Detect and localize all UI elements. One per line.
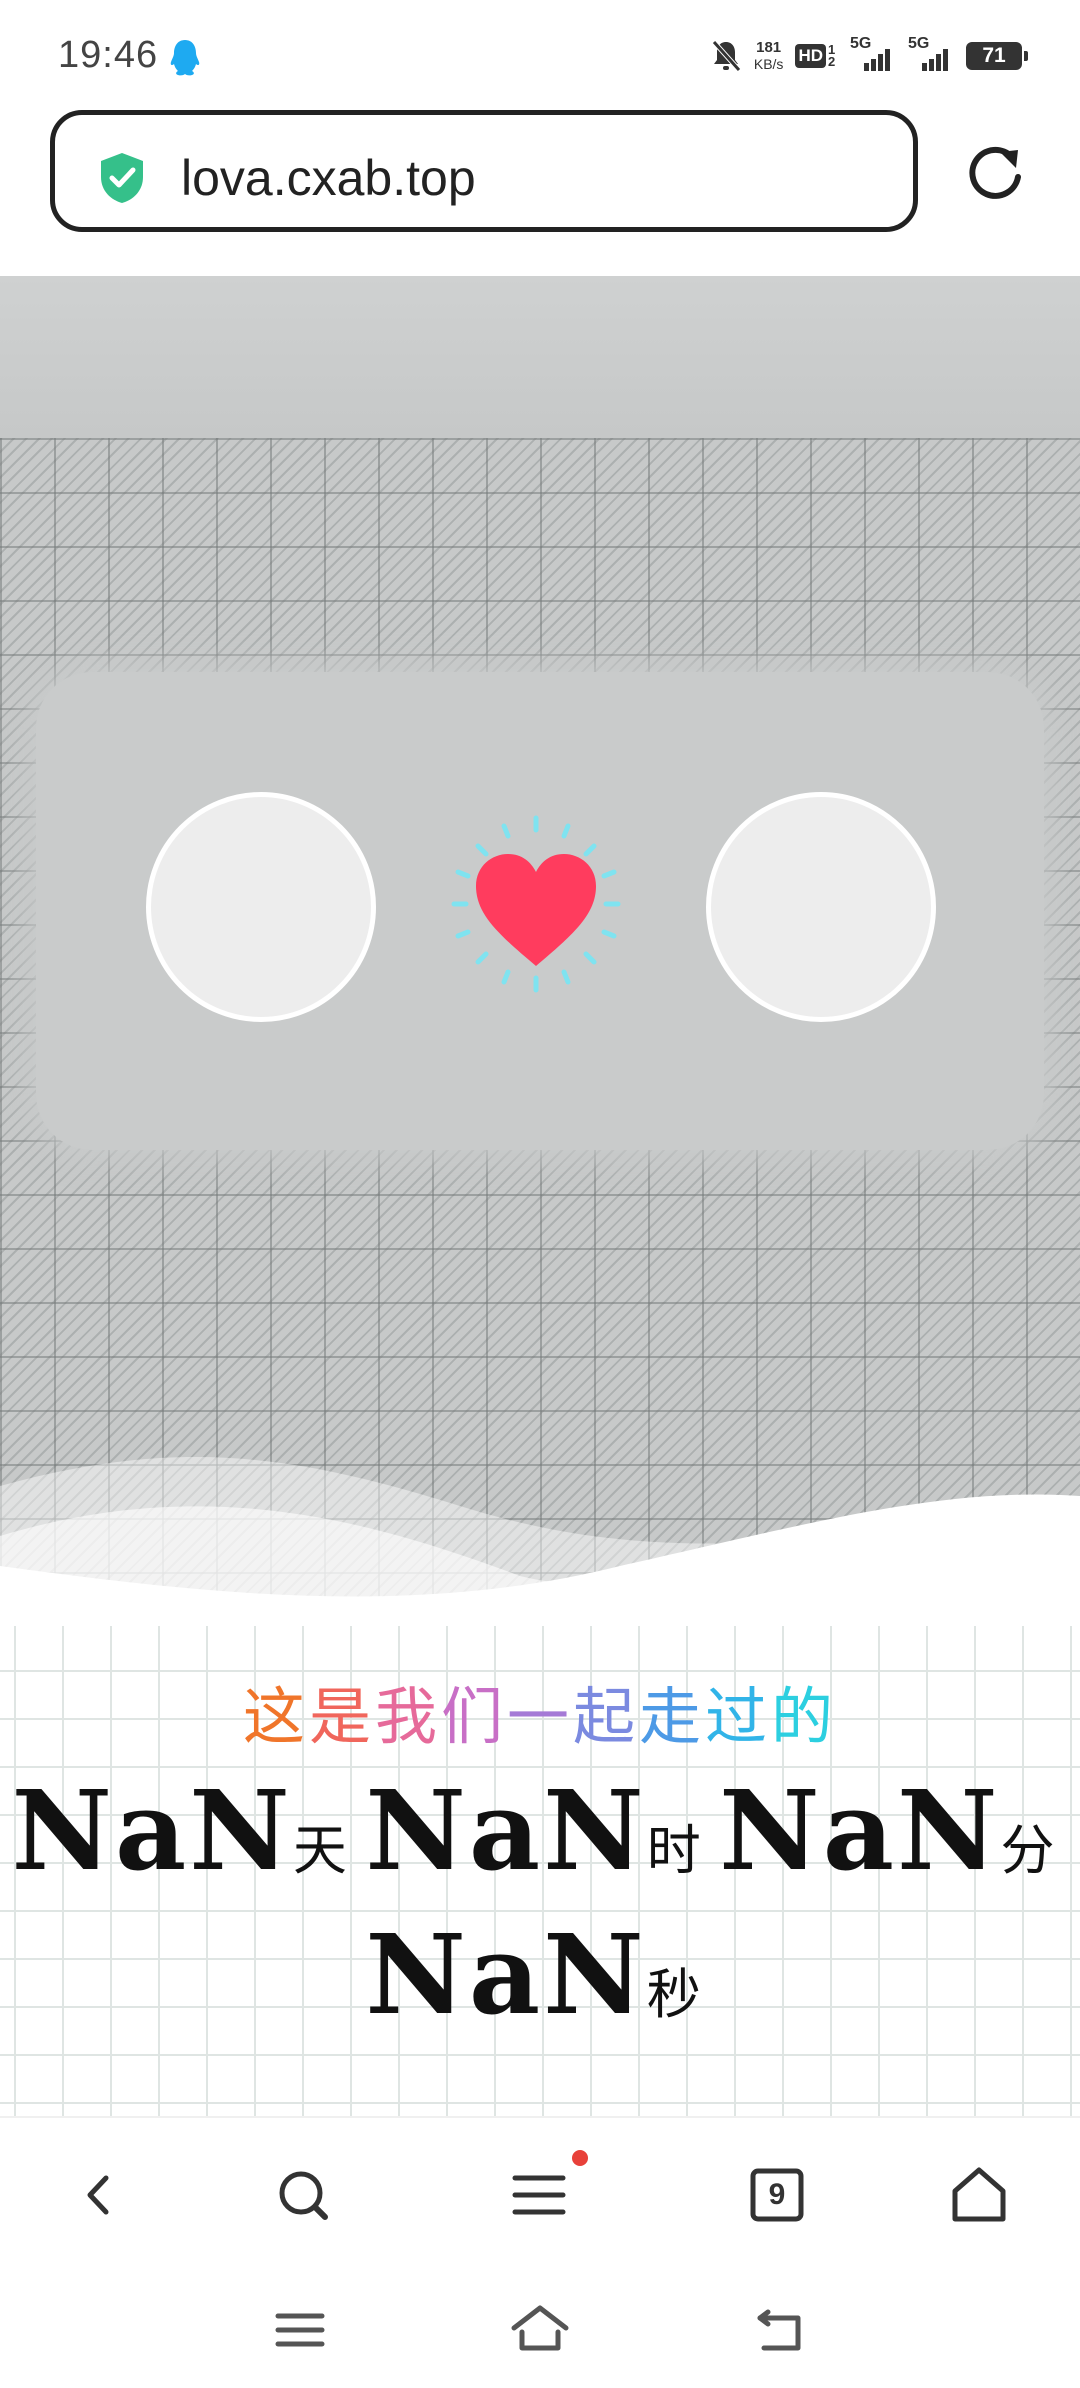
hero-top-band — [0, 276, 1080, 438]
home-icon — [952, 2167, 1006, 2222]
menu-icon — [512, 2175, 566, 2215]
tabs-button[interactable]: 9 — [742, 2160, 812, 2230]
search-button[interactable] — [268, 2160, 338, 2230]
seconds-value: NaN — [365, 1910, 647, 2039]
love-counter: 这是我们一起走过的 NaN天 NaN时 NaN分 NaN秒 — [0, 1626, 1080, 2116]
minutes-value: NaN — [719, 1766, 1001, 1895]
hours-value: NaN — [365, 1766, 647, 1895]
signal-icon-2: 5G — [908, 35, 954, 73]
subtitle-char: 是 — [308, 1680, 375, 1753]
qq-notification-icon — [170, 40, 200, 76]
hero-section — [0, 276, 1080, 1626]
menu-button[interactable] — [504, 2160, 574, 2230]
home-button[interactable] — [944, 2160, 1014, 2230]
avatar-left[interactable] — [146, 792, 376, 1022]
tabs-count: 9 — [768, 2178, 786, 2211]
signal-icon: 5G — [850, 35, 896, 73]
system-back-icon[interactable] — [748, 2298, 812, 2362]
counter-subtitle: 这是我们一起走过的 — [0, 1666, 1080, 1756]
recent-apps-icon[interactable] — [268, 2298, 332, 2362]
status-bar: 19:46 181 KB/s HD 1 2 5G 5G 71 — [0, 0, 1080, 100]
url-field[interactable]: lova.cxab.top — [50, 110, 918, 232]
elapsed-timer: NaN天 NaN时 NaN分 NaN秒 — [0, 1776, 1080, 2064]
url-text[interactable]: lova.cxab.top — [181, 149, 476, 207]
search-icon — [279, 2171, 328, 2220]
mute-bell-icon — [711, 40, 741, 72]
hd-label: HD — [795, 44, 826, 68]
days-value: NaN — [11, 1766, 293, 1895]
subtitle-char: 起 — [573, 1680, 640, 1753]
subtitle-char: 的 — [771, 1680, 838, 1753]
shield-check-icon[interactable] — [97, 151, 147, 205]
hd-icon: HD 1 2 — [795, 42, 838, 69]
subtitle-char: 们 — [440, 1680, 507, 1753]
avatar-right[interactable] — [706, 792, 936, 1022]
browser-bottom-nav: 9 — [0, 2116, 1080, 2270]
subtitle-char: 一 — [506, 1680, 573, 1753]
back-icon — [87, 2175, 109, 2215]
browser-toolbar: lova.cxab.top — [0, 100, 1080, 276]
system-navigation-bar — [0, 2268, 1080, 2388]
subtitle-char: 过 — [705, 1680, 772, 1753]
status-time: 19:46 — [58, 34, 159, 76]
subtitle-char: 我 — [374, 1680, 441, 1753]
subtitle-char: 走 — [639, 1680, 706, 1753]
status-icons: 181 KB/s HD 1 2 5G 5G 71 — [710, 34, 1028, 78]
wave-divider — [0, 1457, 1080, 1626]
seconds-unit: 秒 — [646, 1963, 701, 2026]
heart-icon — [451, 815, 621, 993]
days-unit: 天 — [292, 1819, 347, 1882]
back-button[interactable] — [64, 2160, 134, 2230]
net-speed-unit: KB/s — [753, 56, 784, 72]
love-card — [36, 672, 1044, 1150]
net-speed-value: 181 — [756, 39, 782, 56]
net-speed: 181 KB/s — [753, 39, 784, 73]
hd-sub: 1 2 — [828, 42, 836, 69]
subtitle-char: 这 — [242, 1680, 309, 1753]
battery-icon: 71 — [966, 42, 1028, 70]
reload-icon[interactable] — [962, 140, 1028, 206]
system-home-icon[interactable] — [508, 2298, 572, 2362]
hours-unit: 时 — [646, 1819, 701, 1882]
notification-dot — [572, 2150, 588, 2166]
minutes-unit: 分 — [1000, 1819, 1055, 1882]
